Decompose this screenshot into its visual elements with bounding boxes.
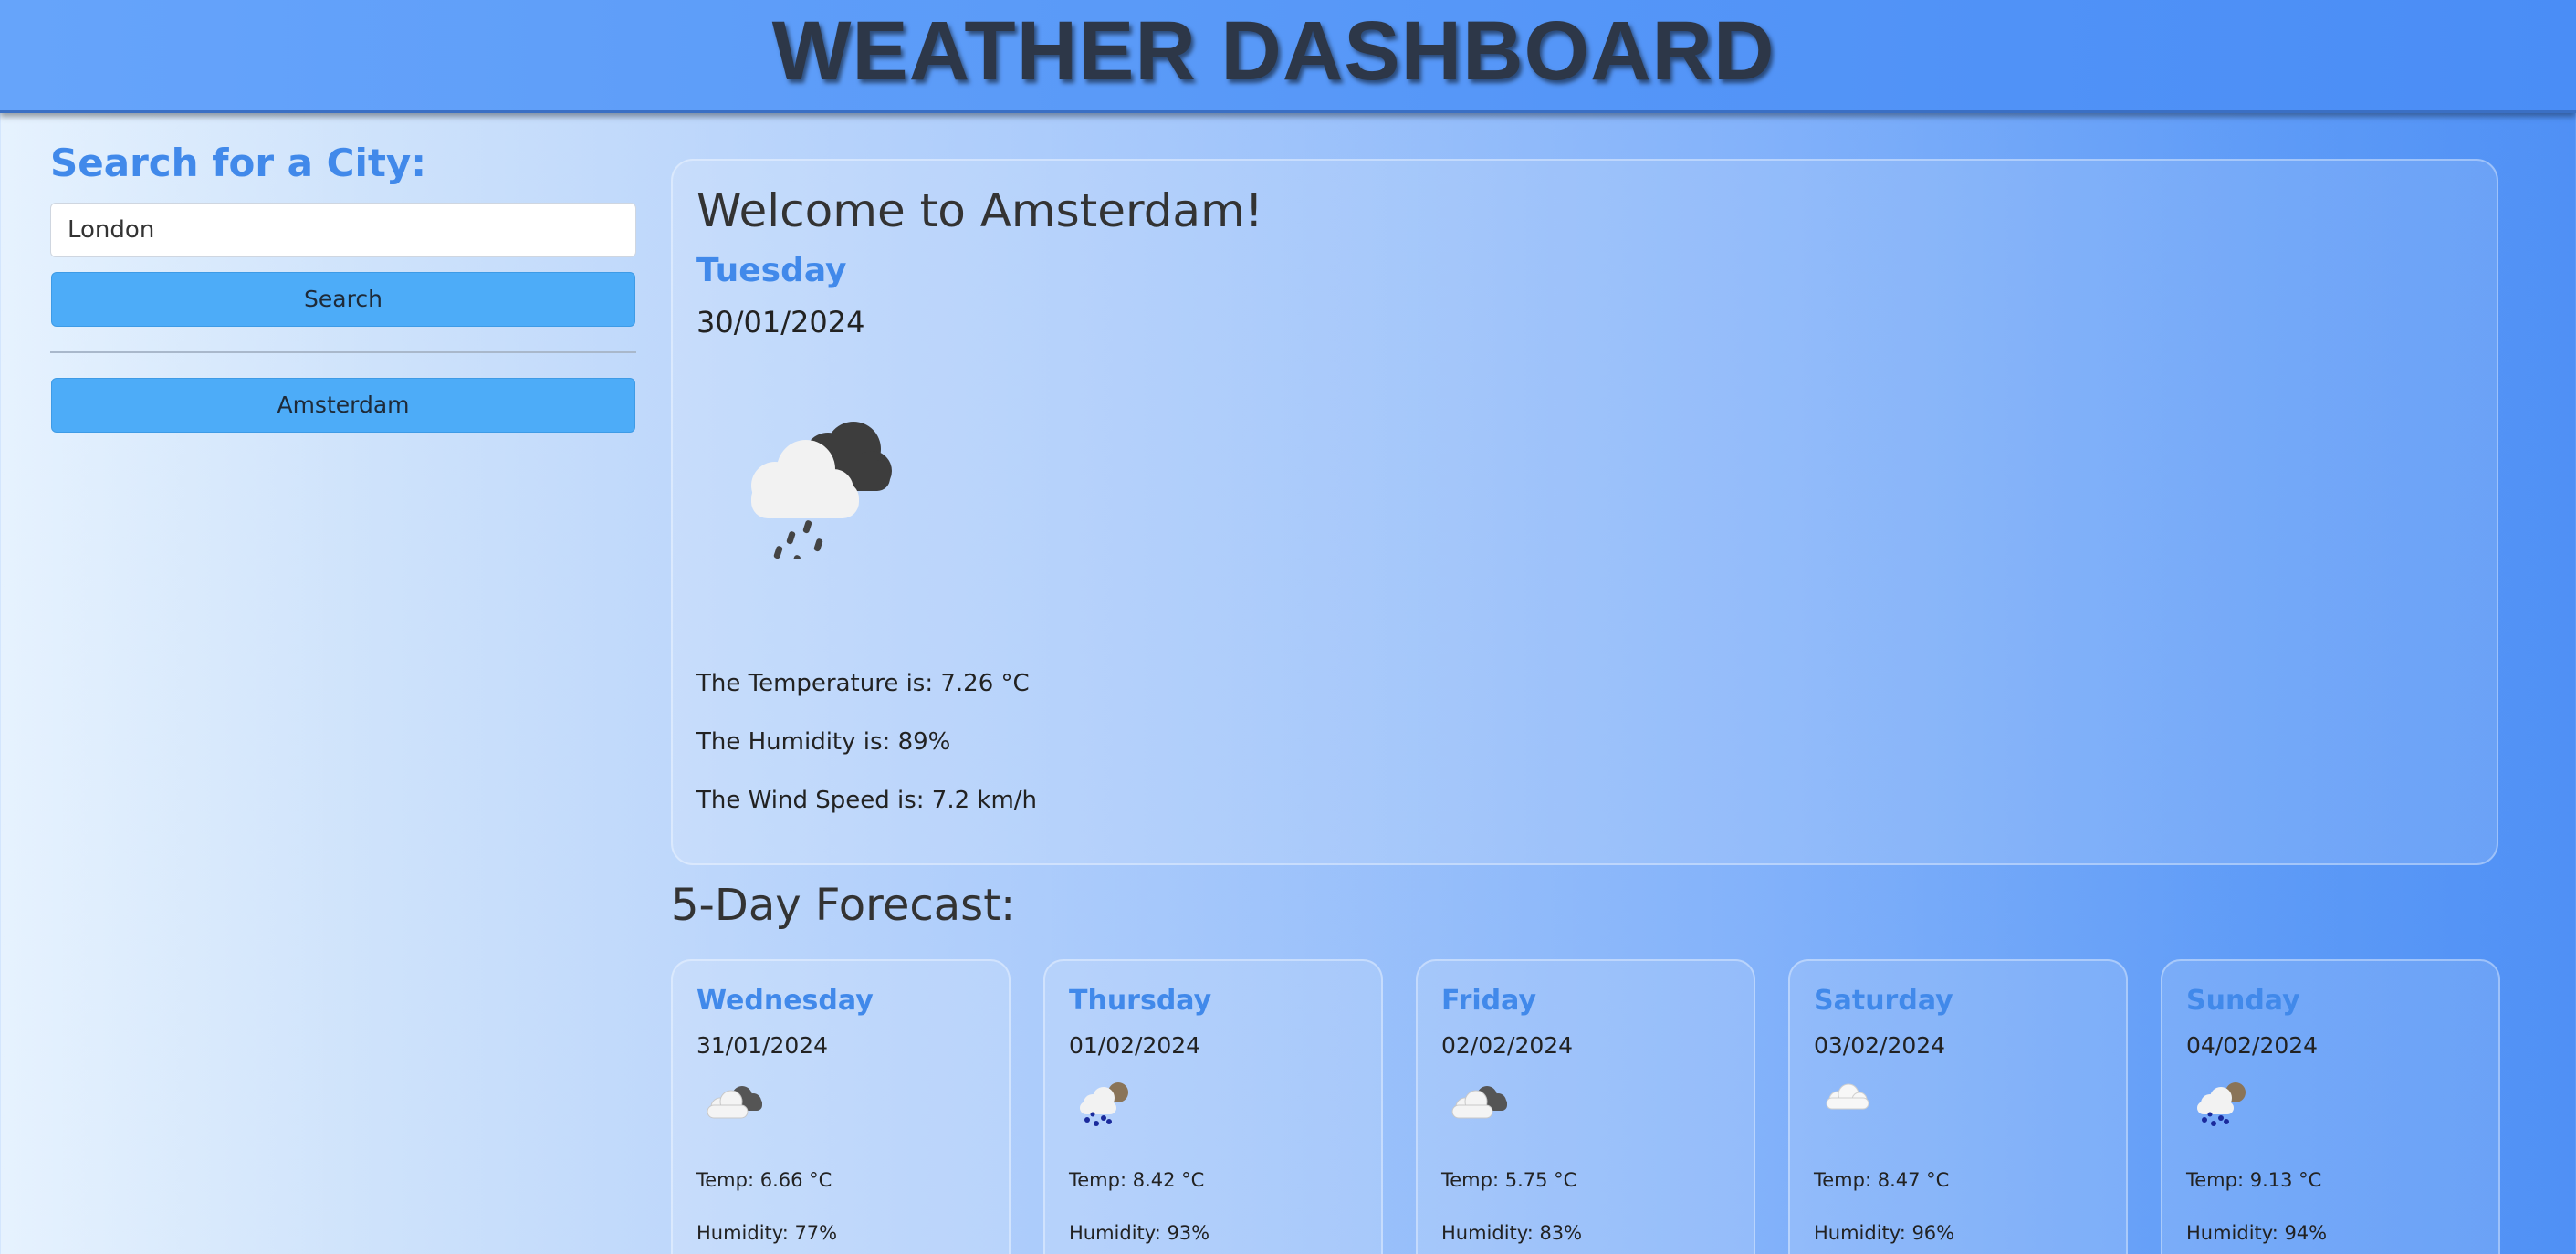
forecast-heading: 5-Day Forecast: bbox=[671, 880, 1016, 931]
forecast-date: 02/02/2024 bbox=[1441, 1032, 1574, 1059]
current-weather-card: Welcome to Amsterdam! Tuesday 30/01/2024… bbox=[671, 159, 2498, 865]
search-heading: Search for a City: bbox=[50, 141, 427, 185]
current-humidity: The Humidity is: 89% bbox=[696, 728, 951, 756]
forecast-day: Saturday bbox=[1814, 985, 1953, 1017]
forecast-humidity: Humidity: 83% bbox=[1441, 1222, 1583, 1244]
rain-cloud-icon bbox=[751, 422, 892, 559]
forecast-humidity: Humidity: 77% bbox=[696, 1222, 838, 1244]
forecast-day: Wednesday bbox=[696, 985, 874, 1017]
header-bar: WEATHER DASHBOARD bbox=[0, 0, 2576, 113]
forecast-temp: Temp: 5.75 °C bbox=[1441, 1169, 1577, 1191]
forecast-date: 04/02/2024 bbox=[2186, 1032, 2319, 1059]
forecast-date: 31/01/2024 bbox=[696, 1032, 829, 1059]
city-search-input[interactable] bbox=[50, 203, 636, 257]
forecast-day: Sunday bbox=[2186, 985, 2300, 1017]
forecast-card: Sunday 04/02/2024 Temp: 9.13 °C Humidity… bbox=[2161, 959, 2500, 1254]
forecast-card: Friday 02/02/2024 Temp: 5.75 °C Humidity… bbox=[1416, 959, 1755, 1254]
history-city-button[interactable]: Amsterdam bbox=[51, 378, 635, 433]
forecast-humidity: Humidity: 96% bbox=[1814, 1222, 1955, 1244]
sidebar-divider bbox=[50, 351, 636, 353]
forecast-temp: Temp: 9.13 °C bbox=[2186, 1169, 2322, 1191]
current-date: 30/01/2024 bbox=[696, 305, 865, 340]
forecast-date: 03/02/2024 bbox=[1814, 1032, 1946, 1059]
current-wind-speed: The Wind Speed is: 7.2 km/h bbox=[696, 787, 1038, 814]
forecast-date: 01/02/2024 bbox=[1069, 1032, 1201, 1059]
forecast-temp: Temp: 8.47 °C bbox=[1814, 1169, 1950, 1191]
welcome-heading: Welcome to Amsterdam! bbox=[696, 184, 1263, 237]
broken-clouds-icon bbox=[1451, 1086, 1507, 1119]
current-day: Tuesday bbox=[696, 252, 847, 289]
forecast-humidity: Humidity: 93% bbox=[1069, 1222, 1210, 1244]
broken-clouds-icon bbox=[707, 1086, 762, 1119]
forecast-card: Saturday 03/02/2024 Temp: 8.47 °C Humidi… bbox=[1788, 959, 2128, 1254]
rain-sun-cloud-icon bbox=[2197, 1082, 2246, 1126]
current-temperature: The Temperature is: 7.26 °C bbox=[696, 670, 1030, 697]
forecast-day: Thursday bbox=[1069, 985, 1212, 1017]
rain-sun-cloud-icon bbox=[1080, 1082, 1128, 1126]
search-sidebar: Search for a City: Search Amsterdam bbox=[50, 139, 636, 433]
forecast-day: Friday bbox=[1441, 985, 1537, 1017]
forecast-temp: Temp: 6.66 °C bbox=[696, 1169, 832, 1191]
page-title: WEATHER DASHBOARD bbox=[771, 5, 1775, 98]
forecast-card: Wednesday 31/01/2024 Temp: 6.66 °C Humid… bbox=[671, 959, 1011, 1254]
forecast-humidity: Humidity: 94% bbox=[2186, 1222, 2328, 1244]
search-button[interactable]: Search bbox=[51, 272, 635, 327]
cloud-icon bbox=[1826, 1083, 1869, 1110]
forecast-card: Thursday 01/02/2024 Temp: 8.42 °C Humidi… bbox=[1043, 959, 1383, 1254]
forecast-temp: Temp: 8.42 °C bbox=[1069, 1169, 1205, 1191]
